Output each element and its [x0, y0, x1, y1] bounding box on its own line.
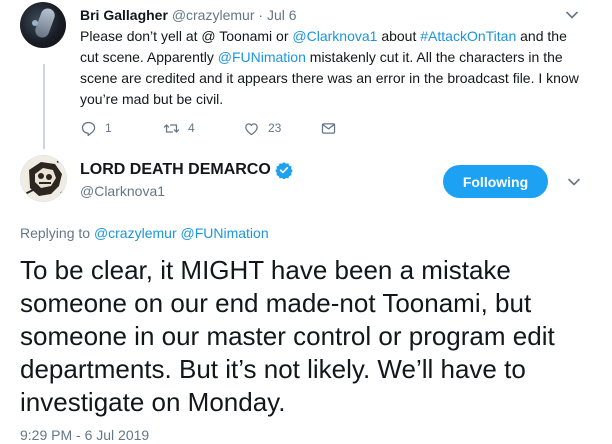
avatar[interactable]: [20, 2, 66, 48]
thread-connector-line: [43, 64, 45, 149]
tweet-text: Please don’t yell at @ Toonami or @Clark…: [80, 26, 580, 110]
author-name-row: LORD DEATH DEMARCO: [80, 160, 293, 180]
dm-button[interactable]: [320, 118, 337, 138]
chevron-down-icon[interactable]: [567, 175, 581, 189]
author-name[interactable]: Bri Gallagher: [80, 7, 168, 23]
author-handle[interactable]: @crazylemur: [172, 7, 255, 23]
reply-button[interactable]: 1: [80, 118, 112, 138]
replying-to-prefix: Replying to: [20, 225, 91, 241]
chevron-down-icon[interactable]: [565, 8, 579, 22]
separator-dot: ·: [258, 7, 264, 23]
tweet-timestamp[interactable]: 9:29 PM - 6 Jul 2019: [20, 427, 149, 443]
author-name[interactable]: LORD DEATH DEMARCO: [80, 160, 271, 180]
mention-link[interactable]: @FUNimation: [218, 49, 306, 65]
tweet-text: To be clear, it MIGHT have been a mistak…: [20, 255, 555, 417]
tweet-text-segment: Please don’t yell at @ Toonami or: [80, 28, 293, 44]
replying-to-link[interactable]: @FUNimation: [181, 225, 269, 241]
tweet-text-segment: about: [377, 28, 421, 44]
retweet-button[interactable]: 4: [163, 118, 195, 138]
like-count: 23: [268, 121, 282, 135]
reply-count: 1: [105, 121, 112, 135]
like-icon: [245, 122, 258, 135]
hashtag-link[interactable]: #AttackOnTitan: [420, 28, 516, 44]
dm-icon: [321, 122, 336, 134]
skull-avatar-image: [21, 156, 66, 201]
replying-to: Replying to @crazylemur @FUNimation: [20, 225, 269, 241]
avatar[interactable]: [20, 155, 67, 202]
retweet-count: 4: [188, 121, 195, 135]
mention-link[interactable]: @Clarknova1: [292, 28, 377, 44]
reply-icon: [81, 121, 96, 136]
like-button[interactable]: 23: [243, 118, 281, 138]
retweet-icon: [163, 123, 180, 133]
tweet-date[interactable]: Jul 6: [267, 7, 297, 23]
replying-to-link[interactable]: @crazylemur: [94, 225, 177, 241]
following-button[interactable]: Following: [443, 165, 548, 198]
tweet-header: Bri Gallagher @crazylemur · Jul 6: [80, 6, 297, 24]
author-handle[interactable]: @Clarknova1: [80, 183, 165, 199]
verified-badge-icon: [275, 162, 293, 179]
